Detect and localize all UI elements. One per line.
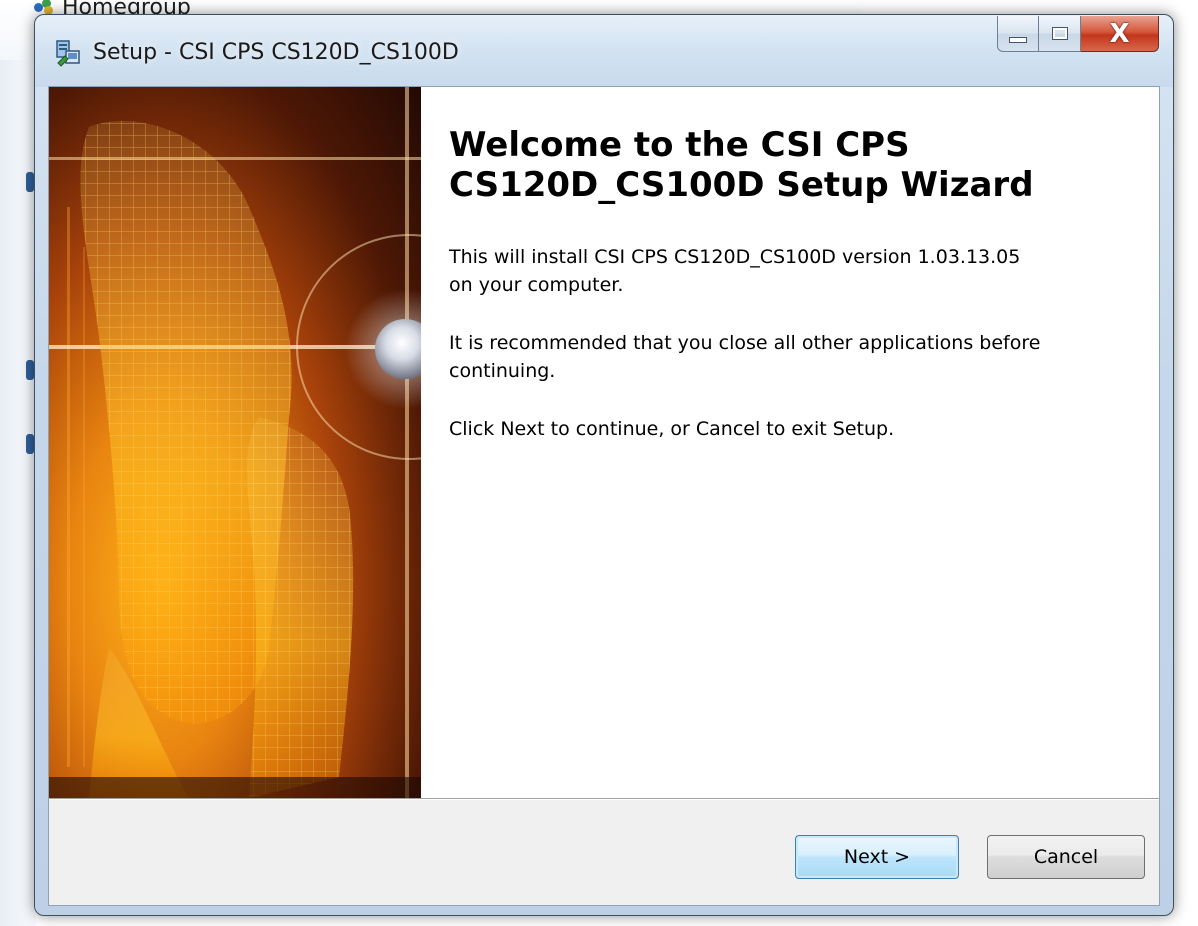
homegroup-icon — [34, 0, 54, 15]
close-icon: X — [1109, 18, 1130, 49]
wizard-banner-image — [49, 87, 421, 798]
window-title: Setup - CSI CPS CS120D_CS100D — [93, 40, 459, 65]
caption-buttons: X — [997, 16, 1159, 52]
maximize-icon — [1051, 27, 1068, 40]
install-description-line1: This will install CSI CPS CS120D_CS100D … — [449, 246, 1021, 268]
title-bar[interactable]: Setup - CSI CPS CS120D_CS100D X — [35, 15, 1173, 87]
minimize-button[interactable] — [997, 16, 1039, 52]
sidebar-marker — [26, 172, 34, 192]
install-description-line2: on your computer. — [449, 274, 624, 296]
close-apps-line2: continuing. — [449, 360, 556, 382]
cancel-button[interactable]: Cancel — [987, 835, 1145, 879]
maximize-button[interactable] — [1039, 16, 1081, 52]
next-button[interactable]: Next > — [795, 835, 959, 879]
footer-divider — [49, 798, 1159, 800]
wizard-content-panel: Welcome to the CSI CPS CS120D_CS100D Set… — [421, 87, 1159, 798]
install-description: This will install CSI CPS CS120D_CS100D … — [449, 243, 1139, 299]
close-apps-line1: It is recommended that you close all oth… — [449, 332, 1041, 354]
explorer-sidebar-edge — [0, 60, 36, 926]
wizard-heading: Welcome to the CSI CPS CS120D_CS100D Set… — [449, 125, 1139, 205]
wizard-heading-line2: CS120D_CS100D Setup Wizard — [449, 165, 1034, 205]
close-apps-recommendation: It is recommended that you close all oth… — [449, 329, 1139, 385]
minimize-icon — [1009, 36, 1027, 43]
setup-app-icon — [55, 39, 83, 67]
sidebar-marker — [26, 360, 34, 380]
continue-instructions: Click Next to continue, or Cancel to exi… — [449, 418, 895, 440]
close-button[interactable]: X — [1081, 16, 1159, 52]
wizard-heading-line1: Welcome to the CSI CPS — [449, 125, 910, 165]
wizard-client-area: Welcome to the CSI CPS CS120D_CS100D Set… — [48, 86, 1160, 906]
setup-window: Setup - CSI CPS CS120D_CS100D X Welcome … — [34, 14, 1174, 916]
sidebar-marker — [26, 434, 34, 454]
